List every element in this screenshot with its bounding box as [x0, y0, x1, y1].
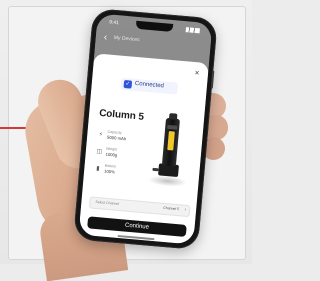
selector-label: Select Channel: [95, 199, 120, 206]
back-chevron-icon[interactable]: ‹: [103, 32, 107, 43]
status-time: 9:41: [108, 19, 120, 27]
red-accent-line: [0, 127, 50, 129]
smartphone: 9:41 ‹ My Devices × ✓ Connected Column 5…: [73, 7, 218, 251]
device-port: [152, 167, 159, 172]
stat-battery: ▮ Battery 100%: [94, 163, 143, 180]
check-icon: ✓: [123, 79, 133, 89]
bolt-icon: ⚡: [98, 130, 104, 139]
selector-value: Channel 5: [163, 205, 180, 212]
close-button[interactable]: ×: [192, 68, 203, 79]
background-nav-title: My Devices: [113, 34, 140, 44]
phone-screen: 9:41 ‹ My Devices × ✓ Connected Column 5…: [78, 13, 213, 245]
status-icons: [185, 27, 200, 34]
device-panel: [167, 124, 178, 130]
battery-device-image: [145, 108, 198, 192]
weight-icon: ◫: [96, 147, 103, 156]
channel-selector[interactable]: Select Channel Channel 5 ›: [88, 196, 191, 218]
stat-capacity: ⚡ Capacity 5000 mAh: [97, 129, 146, 146]
stat-value: 5000 mAh: [106, 134, 127, 142]
chevron-right-icon: ›: [184, 206, 187, 213]
device-top: [168, 113, 178, 120]
continue-button[interactable]: Continue: [87, 216, 187, 237]
device-stats: ⚡ Capacity 5000 mAh ◫ Weight 1000g ▮ Bat…: [93, 129, 145, 184]
stat-value: 1000g: [105, 151, 118, 158]
stat-weight: ◫ Weight 1000g: [95, 146, 144, 163]
battery-icon: ▮: [95, 164, 100, 173]
device-shadow: [148, 174, 187, 188]
device-name: Column 5: [98, 107, 145, 123]
connection-modal: × ✓ Connected Column 5 ⚡ Capacity 5000 m…: [78, 53, 209, 245]
connected-label: Connected: [134, 80, 165, 90]
connected-badge: ✓ Connected: [120, 77, 179, 95]
stat-value: 100%: [103, 168, 116, 175]
